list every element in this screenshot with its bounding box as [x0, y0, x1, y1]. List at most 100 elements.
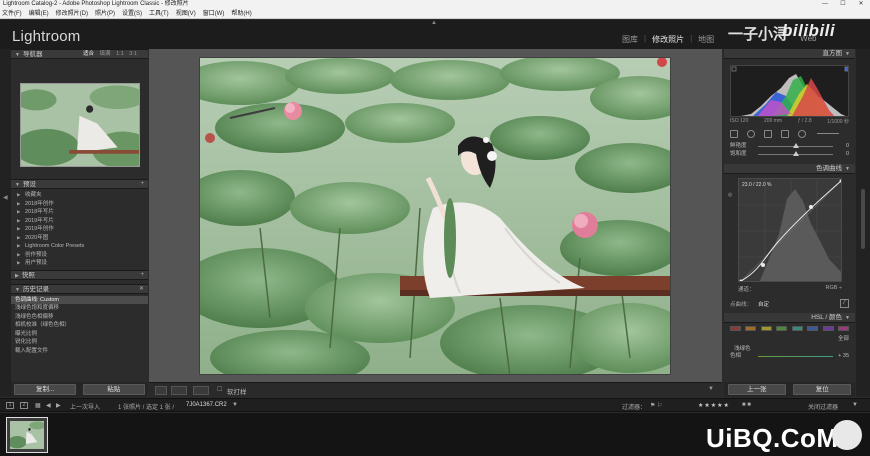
slider-track[interactable]: [758, 356, 833, 357]
previous-button[interactable]: 上一张: [727, 384, 786, 395]
presets-header[interactable]: ▼ 预设 +: [11, 179, 148, 189]
graduated-filter-icon[interactable]: [781, 129, 789, 138]
swatch[interactable]: [745, 326, 757, 331]
clear-history-icon[interactable]: ✕: [139, 285, 144, 294]
radial-filter-icon[interactable]: [798, 129, 806, 138]
collapse-left-icon[interactable]: ◀: [3, 194, 8, 201]
reset-button[interactable]: 复位: [793, 384, 852, 395]
before-after-split-icon[interactable]: [193, 386, 209, 395]
menu-develop[interactable]: 修改照片(D): [56, 9, 88, 18]
module-library[interactable]: 图库: [622, 34, 638, 45]
history-item[interactable]: 浅绿色色相偏移: [11, 313, 148, 322]
preset-folder[interactable]: ▶ 2020年图: [11, 234, 148, 243]
loupe-view-icon[interactable]: [155, 386, 167, 395]
slider-thumb[interactable]: [792, 143, 799, 148]
minimize-icon[interactable]: —: [816, 0, 834, 9]
histogram-chart[interactable]: [730, 65, 849, 117]
hsl-header[interactable]: HSL / 颜色 ▼: [724, 313, 855, 323]
back-arrow-icon[interactable]: ◀: [46, 402, 51, 409]
preset-folder[interactable]: ▶ 收藏夹: [11, 191, 148, 200]
preset-folder[interactable]: ▶ 创作预设: [11, 251, 148, 260]
preset-folder[interactable]: ▶ 用户预设: [11, 259, 148, 268]
history-item[interactable]: 色调曲线: Custom: [11, 295, 148, 304]
star-rating-filter[interactable]: ★★★★★: [698, 402, 730, 409]
channel-select[interactable]: RGB ÷: [826, 285, 842, 293]
preset-folder[interactable]: ▶ 2018年创作: [11, 200, 148, 209]
swatch[interactable]: [791, 326, 803, 331]
hsl-all-tab[interactable]: 全部: [730, 334, 849, 342]
point-curve-select[interactable]: 自定: [758, 300, 769, 308]
close-icon[interactable]: ✕: [852, 0, 870, 9]
add-snapshot-icon[interactable]: +: [140, 271, 144, 280]
navigator-header[interactable]: ▼ 导航器 适合 填满 1:1 3:1: [11, 49, 148, 59]
history-header[interactable]: ▼ 历史记录 ✕: [11, 283, 148, 294]
menu-edit[interactable]: 编辑(E): [29, 9, 49, 18]
menu-file[interactable]: 文件(F): [2, 9, 22, 18]
red-eye-icon[interactable]: [764, 129, 772, 138]
file-dropdown-icon[interactable]: ▼: [232, 402, 238, 408]
preset-folder[interactable]: ▶ 2019年创作: [11, 225, 148, 234]
main-photo[interactable]: [199, 57, 671, 375]
crop-tool-icon[interactable]: [730, 129, 738, 138]
soft-proof-label[interactable]: 软打样: [227, 386, 247, 396]
menu-window[interactable]: 窗口(W): [203, 9, 225, 18]
page-1-button[interactable]: 1: [6, 402, 14, 409]
history-item[interactable]: 曝光比例: [11, 330, 148, 339]
page-2-button[interactable]: 2: [20, 402, 28, 409]
filter-state[interactable]: 关闭过滤器: [808, 402, 838, 411]
add-preset-icon[interactable]: +: [140, 180, 144, 189]
tone-curve-header[interactable]: 色调曲线 ▼: [724, 164, 855, 174]
filmstrip-thumbnail[interactable]: [6, 417, 48, 453]
paste-settings-button[interactable]: 粘贴: [82, 384, 145, 395]
module-develop[interactable]: 修改照片: [652, 34, 684, 45]
menu-view[interactable]: 视图(V): [176, 9, 196, 18]
nav-3to1[interactable]: 3:1: [129, 51, 137, 57]
nav-fill[interactable]: 填满: [100, 51, 111, 57]
preset-folder[interactable]: ▶ 2018年写片: [11, 208, 148, 217]
curve-channel[interactable]: 通道： RGB ÷: [738, 285, 842, 293]
slider-value[interactable]: 0: [846, 142, 849, 150]
menu-tools[interactable]: 工具(T): [149, 9, 169, 18]
grid-view-icon[interactable]: ▦: [35, 402, 41, 409]
swatch[interactable]: [807, 326, 819, 331]
saturation-slider[interactable]: 饱和度 0: [730, 150, 849, 158]
hue-slider[interactable]: 色相 + 35: [730, 352, 849, 360]
module-map[interactable]: 地图: [698, 34, 714, 45]
slider-value[interactable]: 0: [846, 150, 849, 158]
snapshots-header[interactable]: ▶ 快照 +: [11, 269, 148, 280]
copy-settings-button[interactable]: 复制...: [14, 384, 77, 395]
swatch[interactable]: [822, 326, 834, 331]
histogram-header[interactable]: 直方图 ▼: [724, 49, 855, 59]
forward-arrow-icon[interactable]: ▶: [56, 402, 61, 409]
nav-fit[interactable]: 适合: [83, 51, 94, 57]
collapse-top-icon[interactable]: ▲: [431, 20, 437, 26]
menu-help[interactable]: 帮助(H): [231, 9, 251, 18]
flag-filter-icon[interactable]: ⚑ ⚐: [650, 402, 662, 409]
slider-value[interactable]: + 35: [838, 352, 849, 360]
swatch[interactable]: [837, 326, 849, 331]
slider-thumb[interactable]: [792, 151, 799, 156]
filter-dropdown-icon[interactable]: ▼: [852, 402, 858, 408]
swatch[interactable]: [776, 326, 788, 331]
tone-curve-graph[interactable]: 23.0 / 22.0 %: [738, 178, 842, 282]
menu-photo[interactable]: 照片(P): [95, 9, 115, 18]
checkbox-icon[interactable]: ☐: [217, 386, 222, 393]
source-label[interactable]: 上一次导入: [70, 402, 100, 411]
spot-removal-icon[interactable]: [747, 129, 755, 138]
vibrance-slider[interactable]: 鲜艳度 0: [730, 142, 849, 150]
history-item[interactable]: 载入配置文件: [11, 347, 148, 356]
maximize-icon[interactable]: ☐: [834, 0, 852, 9]
before-after-icon[interactable]: [171, 386, 187, 395]
navigator-thumbnail[interactable]: [20, 83, 140, 167]
color-filter-icon[interactable]: ■ ■: [742, 402, 751, 408]
swatch[interactable]: [730, 326, 741, 331]
preset-folder[interactable]: ▶ 2019年写片: [11, 217, 148, 226]
history-item[interactable]: 相机校准（绿色色相）: [11, 321, 148, 330]
history-item[interactable]: 浅绿色饱和度偏移: [11, 304, 148, 313]
nav-1to1[interactable]: 1:1: [116, 51, 124, 57]
edit-point-curve-icon[interactable]: ⁄: [840, 299, 849, 308]
preset-folder[interactable]: ▶ Lightroom Color Presets: [11, 242, 148, 251]
swatch[interactable]: [760, 326, 772, 331]
menu-settings[interactable]: 设置(S): [122, 9, 142, 18]
image-canvas[interactable]: [149, 49, 722, 382]
